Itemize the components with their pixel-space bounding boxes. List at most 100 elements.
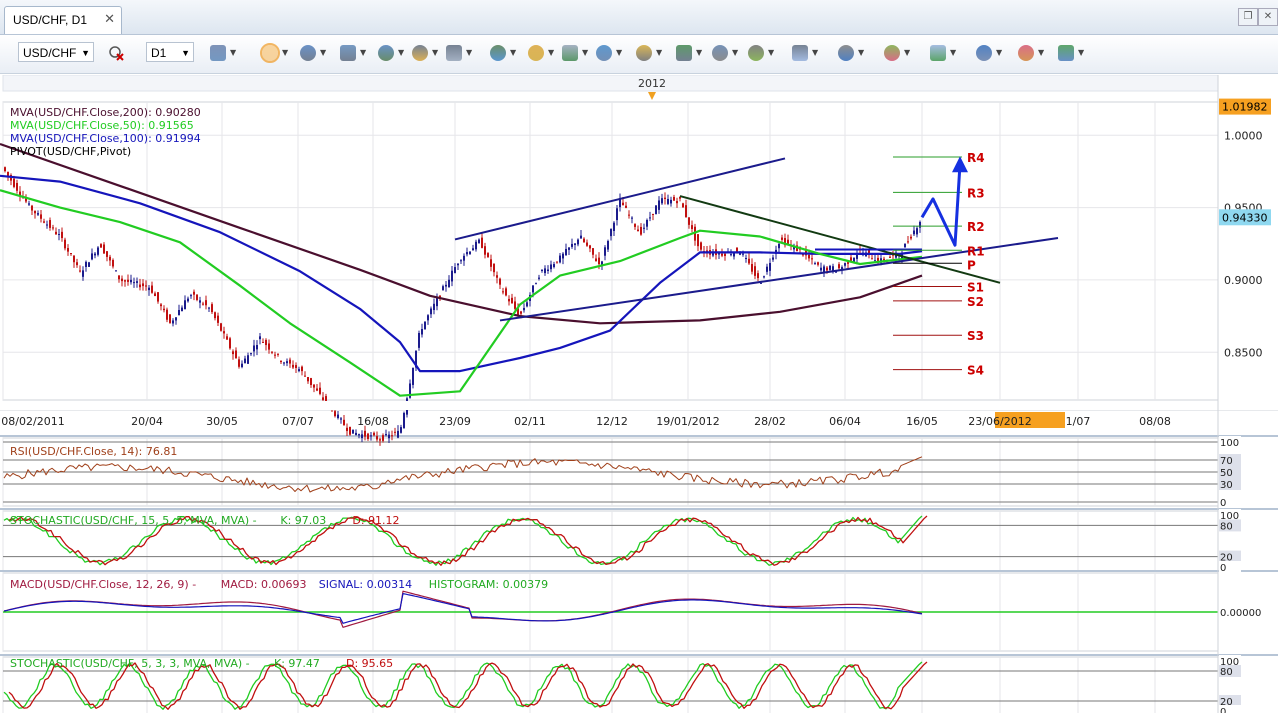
- stoch-k-label: K: 97.47: [274, 657, 320, 670]
- candle-body: [700, 242, 702, 250]
- candle-body: [514, 301, 516, 309]
- close-tab-icon[interactable]: ✕: [104, 12, 115, 27]
- eraser-icon[interactable]: [976, 45, 992, 61]
- chevron-down-icon[interactable]: ▼: [858, 48, 864, 57]
- bar-chart-icon[interactable]: [210, 45, 226, 61]
- template-icon[interactable]: [676, 45, 692, 61]
- chevron-down-icon: ▼: [81, 48, 90, 58]
- candle-body: [652, 213, 654, 215]
- ellipse-icon[interactable]: [884, 45, 900, 61]
- crosshair-icon[interactable]: [340, 45, 356, 61]
- x-tick-label: 08/02/2011: [1, 415, 64, 428]
- candle-body: [655, 205, 657, 215]
- trendline-icon[interactable]: [792, 45, 808, 61]
- candle-body: [754, 266, 756, 276]
- pivot-label-p: P: [967, 258, 976, 272]
- chevron-down-icon[interactable]: ▼: [616, 48, 622, 57]
- pivot-label-s3: S3: [967, 329, 984, 343]
- chevron-down-icon[interactable]: ▼: [360, 48, 366, 57]
- candle-body: [607, 240, 609, 250]
- chevron-down-icon[interactable]: ▼: [656, 48, 662, 57]
- image-icon[interactable]: [636, 45, 652, 61]
- toolbar-icon-21[interactable]: [1058, 45, 1074, 61]
- chevron-down-icon[interactable]: ▼: [696, 48, 702, 57]
- chevron-down-icon[interactable]: ▼: [230, 48, 236, 57]
- candle-body: [151, 285, 153, 293]
- chart-area[interactable]: 1.0000 0.9500 0.9000 0.8500 1.01982 0.94330 10…: [0, 74, 1278, 716]
- candle-body: [472, 248, 474, 251]
- candle-body: [424, 321, 426, 330]
- candle-body: [94, 253, 96, 256]
- candle-body: [316, 388, 318, 391]
- text-icon[interactable]: [930, 45, 946, 61]
- tree-icon[interactable]: [1018, 45, 1034, 61]
- chevron-down-icon[interactable]: ▼: [996, 48, 1002, 57]
- candle-body: [385, 434, 387, 436]
- edit-icon[interactable]: [490, 45, 506, 61]
- candle-body: [556, 261, 558, 263]
- candle-body: [748, 258, 750, 264]
- candle-body: [259, 336, 261, 340]
- symbol-select[interactable]: USD/CHF ▼: [18, 42, 94, 62]
- candle-body: [856, 254, 858, 259]
- candle-body: [757, 273, 759, 279]
- candle-body: [292, 364, 294, 368]
- chevron-down-icon[interactable]: ▼: [582, 48, 588, 57]
- chart-svg[interactable]: 1.00000.95000.90000.85001.019820.9433010…: [0, 74, 1278, 716]
- fibonacci-icon[interactable]: [712, 45, 728, 61]
- chevron-down-icon[interactable]: ▼: [1078, 48, 1084, 57]
- chevron-down-icon[interactable]: ▼: [432, 48, 438, 57]
- refresh-icon[interactable]: [528, 45, 544, 61]
- indicator-legend: MVA(USD/CHF.Close,200): 0.90280: [10, 106, 201, 119]
- candle-body: [280, 360, 282, 363]
- chevron-down-icon[interactable]: ▼: [812, 48, 818, 57]
- x-tick-label: 16/08: [357, 415, 389, 428]
- chevron-down-icon[interactable]: ▼: [398, 48, 404, 57]
- candle-body: [4, 167, 6, 172]
- candle-body: [778, 243, 780, 249]
- chevron-down-icon[interactable]: ▼: [320, 48, 326, 57]
- line-chart-icon[interactable]: [300, 45, 316, 61]
- candle-body: [208, 307, 210, 309]
- candle-body: [85, 261, 87, 267]
- chevron-down-icon[interactable]: ▼: [1038, 48, 1044, 57]
- candle-body: [421, 328, 423, 335]
- chevron-down-icon[interactable]: ▼: [548, 48, 554, 57]
- candle-body: [847, 262, 849, 264]
- zoom-icon[interactable]: [378, 45, 394, 61]
- candle-body: [244, 358, 246, 364]
- chevron-down-icon[interactable]: ▼: [282, 48, 288, 57]
- candle-body: [112, 259, 114, 267]
- channel-icon[interactable]: [748, 45, 764, 61]
- candle-body: [322, 397, 324, 400]
- candle-body: [511, 297, 513, 304]
- chevron-down-icon[interactable]: ▼: [510, 48, 516, 57]
- candle-body: [490, 259, 492, 267]
- chevron-down-icon[interactable]: ▼: [466, 48, 472, 57]
- restore-window-icon[interactable]: ❐: [1238, 8, 1258, 26]
- candle-body: [547, 269, 549, 271]
- pencil-icon[interactable]: [838, 45, 854, 61]
- timeframe-select[interactable]: D1 ▼: [146, 42, 194, 62]
- candle-chart-icon[interactable]: [260, 43, 280, 63]
- chevron-down-icon[interactable]: ▼: [732, 48, 738, 57]
- period-separator-icon[interactable]: [446, 45, 462, 61]
- close-window-icon[interactable]: ✕: [1258, 8, 1278, 26]
- globe-icon[interactable]: [562, 45, 578, 61]
- chevron-down-icon[interactable]: ▼: [950, 48, 956, 57]
- y-tick-label: 70: [1220, 456, 1233, 467]
- chevron-down-icon[interactable]: ▼: [904, 48, 910, 57]
- y-tick-label: 50: [1220, 468, 1233, 479]
- ruler-icon[interactable]: [596, 45, 612, 61]
- chevron-down-icon[interactable]: ▼: [768, 48, 774, 57]
- indicator-remove-icon[interactable]: [108, 45, 124, 61]
- candle-body: [769, 262, 771, 271]
- cursor-icon[interactable]: [412, 45, 428, 61]
- candle-body: [904, 243, 906, 248]
- candle-body: [106, 251, 108, 257]
- panel-label: STOCHASTIC(USD/CHF, 5, 3, 3, MVA, MVA) -: [10, 657, 250, 670]
- y-tick-label: 0.00000: [1220, 608, 1261, 619]
- candle-body: [220, 323, 222, 331]
- candle-body: [487, 253, 489, 257]
- chart-tab[interactable]: USD/CHF, D1 ✕: [4, 6, 122, 34]
